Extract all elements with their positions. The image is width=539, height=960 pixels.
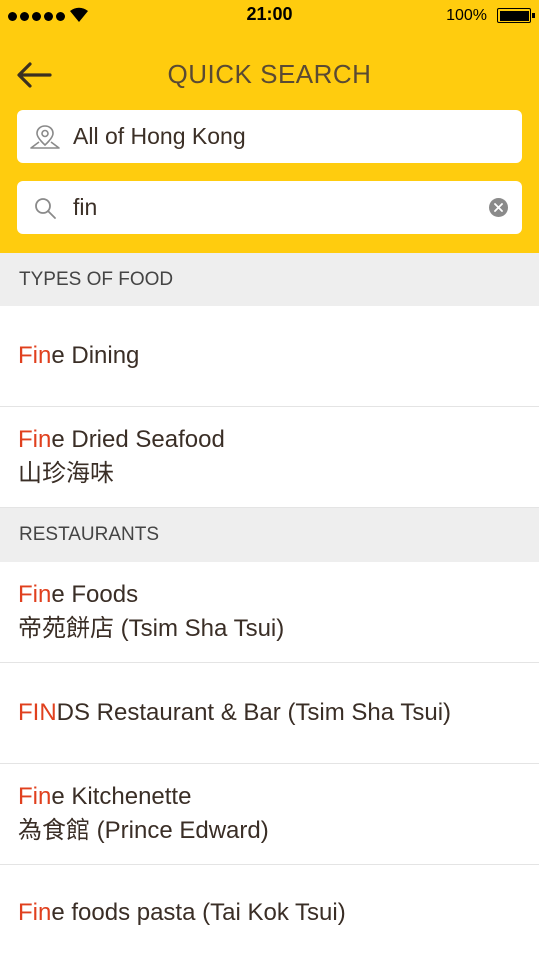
result-title: Fine Kitchenette [18,783,192,810]
clear-icon [494,203,503,212]
result-row[interactable]: Fine Foods 帝苑餅店 (Tsim Sha Tsui) [0,562,539,663]
page-title: QUICK SEARCH [167,59,372,89]
result-row[interactable]: FINDS Restaurant & Bar (Tsim Sha Tsui) [0,663,539,764]
section-header-types-of-food: TYPES OF FOOD [0,253,539,306]
result-row[interactable]: Fine Dried Seafood 山珍海味 [0,407,539,508]
result-row[interactable]: Fine foods pasta (Tai Kok Tsui) [0,865,539,960]
section-header-restaurants: RESTAURANTS [0,508,539,562]
location-selector[interactable]: All of Hong Kong [17,110,522,163]
location-pin-icon [30,124,60,149]
result-title: Fine Foods [18,581,139,608]
status-bar: 21:00 100% [0,0,539,32]
battery-icon [497,8,535,23]
result-row[interactable]: Fine Dining [0,306,539,407]
result-title: Fine foods pasta (Tai Kok Tsui) [18,898,346,926]
location-label: All of Hong Kong [73,123,246,149]
result-row[interactable]: Fine Kitchenette 為食館 (Prince Edward) [0,764,539,865]
result-title: FINDS Restaurant & Bar (Tsim Sha Tsui) [18,699,452,726]
result-title: Fine Dining [18,342,140,369]
clear-search-button[interactable] [489,198,508,217]
search-icon [35,197,56,219]
battery-percent: 100% [446,7,487,24]
search-input[interactable] [73,187,473,228]
result-subtitle: 為食館 (Prince Edward) [18,817,269,844]
result-title: Fine Dried Seafood [18,426,225,453]
search-field[interactable] [17,181,522,234]
result-subtitle: 山珍海味 [18,460,114,487]
header: 21:00 100% QUICK SEARCH All of Hong Kong [0,0,539,253]
result-subtitle: 帝苑餅店 (Tsim Sha Tsui) [18,615,285,642]
